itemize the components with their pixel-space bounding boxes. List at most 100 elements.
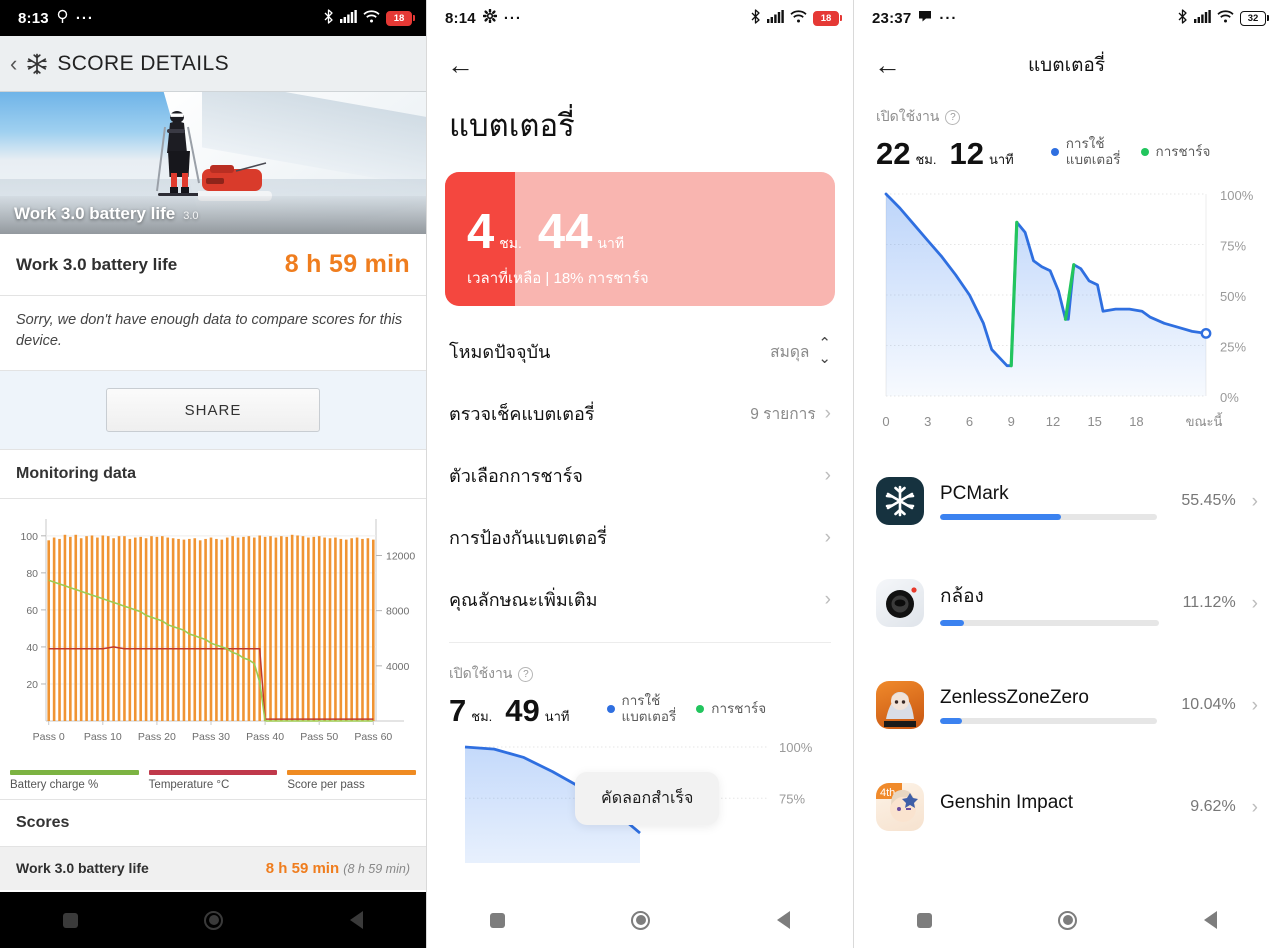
pcmark-snowflake-icon <box>876 477 924 526</box>
chevron-right-icon[interactable]: › <box>1252 594 1258 613</box>
usage-hours-unit: ชม. <box>471 709 493 725</box>
list-item-charging-options[interactable]: ตัวเลือกการชาร์จ › <box>449 444 831 506</box>
svg-text:6: 6 <box>966 414 973 429</box>
list-item-app[interactable]: ZenlessZoneZero 10.04% › <box>876 654 1258 756</box>
legend-item-temperature: Temperature °C <box>148 770 278 791</box>
usage-hours: 7 <box>449 693 467 729</box>
legend-dot-icon <box>606 704 615 713</box>
help-icon[interactable]: ? <box>945 109 961 125</box>
list-item-current-mode[interactable]: โหมดปัจจุบัน สมดุล ⌃ ⌄ <box>449 320 831 382</box>
svg-text:Pass 60: Pass 60 <box>354 731 392 743</box>
back-button[interactable] <box>1203 911 1217 929</box>
back-button[interactable] <box>349 911 363 929</box>
legend-label: การใช้ แบตเตอรี่ <box>621 693 677 724</box>
chevron-right-icon: › <box>824 464 831 486</box>
list-item-label: การป้องกันแบตเตอรี่ <box>449 527 607 548</box>
svg-text:100%: 100% <box>1220 188 1254 203</box>
back-arrow-icon[interactable]: ← <box>874 51 901 79</box>
battery-hours-unit: ชม. <box>499 235 522 251</box>
score-list-item[interactable]: Work 3.0 battery life 8 h 59 min (8 h 59… <box>0 847 426 891</box>
recents-button[interactable] <box>917 912 933 928</box>
svg-text:3: 3 <box>924 414 931 429</box>
panel-battery-settings: 8:14 ··· 18 ← แบตเตอรี่ 4 ชม. 44 นาที เว… <box>427 0 854 948</box>
primary-score-row: Work 3.0 battery life 8 h 59 min <box>0 234 426 296</box>
legend-label: การชาร์จ <box>711 700 767 716</box>
android-nav-bar-panel3 <box>854 892 1280 948</box>
panel-battery-usage-detail: 23:37 ··· 32 ← แบตเตอรี่ เปิดใช้งาน ? 22… <box>854 0 1280 948</box>
app-usage-percent: 55.45% <box>1181 492 1236 510</box>
gear-icon <box>482 8 498 27</box>
home-button[interactable] <box>631 910 651 930</box>
page-title: SCORE DETAILS <box>57 51 230 75</box>
monitoring-chart: 20 40 60 80 100 4000 8000 12000 Pass 0 Pass 10 Pas… <box>0 499 426 766</box>
svg-text:9: 9 <box>1008 414 1015 429</box>
chevron-right-icon[interactable]: › <box>1252 696 1258 715</box>
svg-text:Pass 10: Pass 10 <box>84 731 122 743</box>
more-icon: ··· <box>503 9 522 27</box>
toast-message: คัดลอกสำเร็จ <box>575 772 720 825</box>
chevron-right-icon[interactable]: › <box>1252 492 1258 511</box>
svg-text:40: 40 <box>26 642 38 654</box>
more-icon: ··· <box>939 9 958 27</box>
svg-text:60: 60 <box>26 605 38 617</box>
usage-minutes: 49 <box>505 693 540 729</box>
home-button[interactable] <box>1058 910 1078 930</box>
legend-label: Battery charge % <box>10 779 99 792</box>
battery-minutes: 44 <box>537 205 593 259</box>
comparison-note: Sorry, we don't have enough data to comp… <box>0 296 426 372</box>
help-icon[interactable]: ? <box>518 666 534 682</box>
recents-button[interactable] <box>63 912 79 928</box>
legend-label: การชาร์จ <box>1155 143 1211 159</box>
battery-card-subtitle: เวลาที่เหลือ | 18% การชาร์จ <box>467 270 649 287</box>
app-name: กล้อง <box>940 585 984 607</box>
status-bar-time: 23:37 <box>872 9 912 27</box>
list-item-additional-features[interactable]: คุณลักษณะเพิ่มเติม › <box>449 568 831 630</box>
app-usage-bar <box>940 619 1159 626</box>
list-item-battery-protection[interactable]: การป้องกันแบตเตอรี่ › <box>449 506 831 568</box>
list-item-app[interactable]: PCMark 55.45% › <box>876 450 1258 552</box>
score-item-paren: (8 h 59 min) <box>343 862 410 877</box>
svg-text:12000: 12000 <box>386 551 415 563</box>
svg-text:0: 0 <box>882 414 889 429</box>
bluetooth-icon <box>750 8 761 28</box>
recents-button[interactable] <box>490 912 506 928</box>
app-name: ZenlessZoneZero <box>940 686 1089 708</box>
score-item-value: 8 h 59 min <box>265 860 340 878</box>
benchmark-banner: Work 3.0 battery life 3.0 <box>0 92 426 234</box>
list-item-label: ตรวจเช็คแบตเตอรี่ <box>449 403 595 424</box>
svg-text:12: 12 <box>1046 414 1060 429</box>
svg-text:20: 20 <box>26 679 38 691</box>
list-item-app[interactable]: กล้อง 11.12% › <box>876 552 1258 654</box>
page-title: แบตเตอรี่ <box>449 108 575 143</box>
svg-text:Pass 30: Pass 30 <box>192 731 230 743</box>
app-name: Genshin Impact <box>940 791 1074 813</box>
back-chevron-icon[interactable]: ‹ <box>10 52 17 75</box>
list-item-value: 9 รายการ <box>750 405 816 423</box>
svg-text:75%: 75% <box>779 791 805 806</box>
back-arrow-icon[interactable]: ← <box>447 51 474 79</box>
banner-version: 3.0 <box>183 210 199 222</box>
chevron-right-icon[interactable]: › <box>1252 798 1258 817</box>
status-bar-time: 8:13 <box>18 9 49 27</box>
battery-indicator: 18 <box>386 10 415 26</box>
chevron-right-icon: › <box>824 526 831 548</box>
back-button[interactable] <box>776 911 790 929</box>
monitoring-data-title: Monitoring data <box>0 449 426 500</box>
home-button[interactable] <box>204 910 224 930</box>
android-nav-bar-panel1 <box>0 892 426 948</box>
pcmark-header: ‹ SCORE DETAILS <box>0 36 426 92</box>
banner-title: Work 3.0 battery life <box>14 204 176 223</box>
nav-bar-panel2: ← <box>427 36 853 94</box>
usage-hours: 22 <box>876 136 911 172</box>
legend-item-battery-usage: การใช้ แบตเตอรี่ <box>1050 136 1121 167</box>
share-button[interactable]: SHARE <box>106 388 320 433</box>
svg-text:80: 80 <box>26 568 38 580</box>
svg-text:4000: 4000 <box>386 661 410 673</box>
list-item-app[interactable]: 4th Genshin Impact 9.62% › <box>876 756 1258 858</box>
list-item-label: คุณลักษณะเพิ่มเติม <box>449 589 598 610</box>
svg-text:Pass 50: Pass 50 <box>300 731 338 743</box>
list-item-battery-check[interactable]: ตรวจเช็คแบตเตอรี่ 9 รายการ › <box>449 382 831 444</box>
battery-settings-list: โหมดปัจจุบัน สมดุล ⌃ ⌄ ตรวจเช็คแบตเตอรี่ … <box>427 320 853 630</box>
legend-item-battery-charge: Battery charge % <box>10 770 139 791</box>
status-bar-time: 8:14 <box>445 9 476 27</box>
